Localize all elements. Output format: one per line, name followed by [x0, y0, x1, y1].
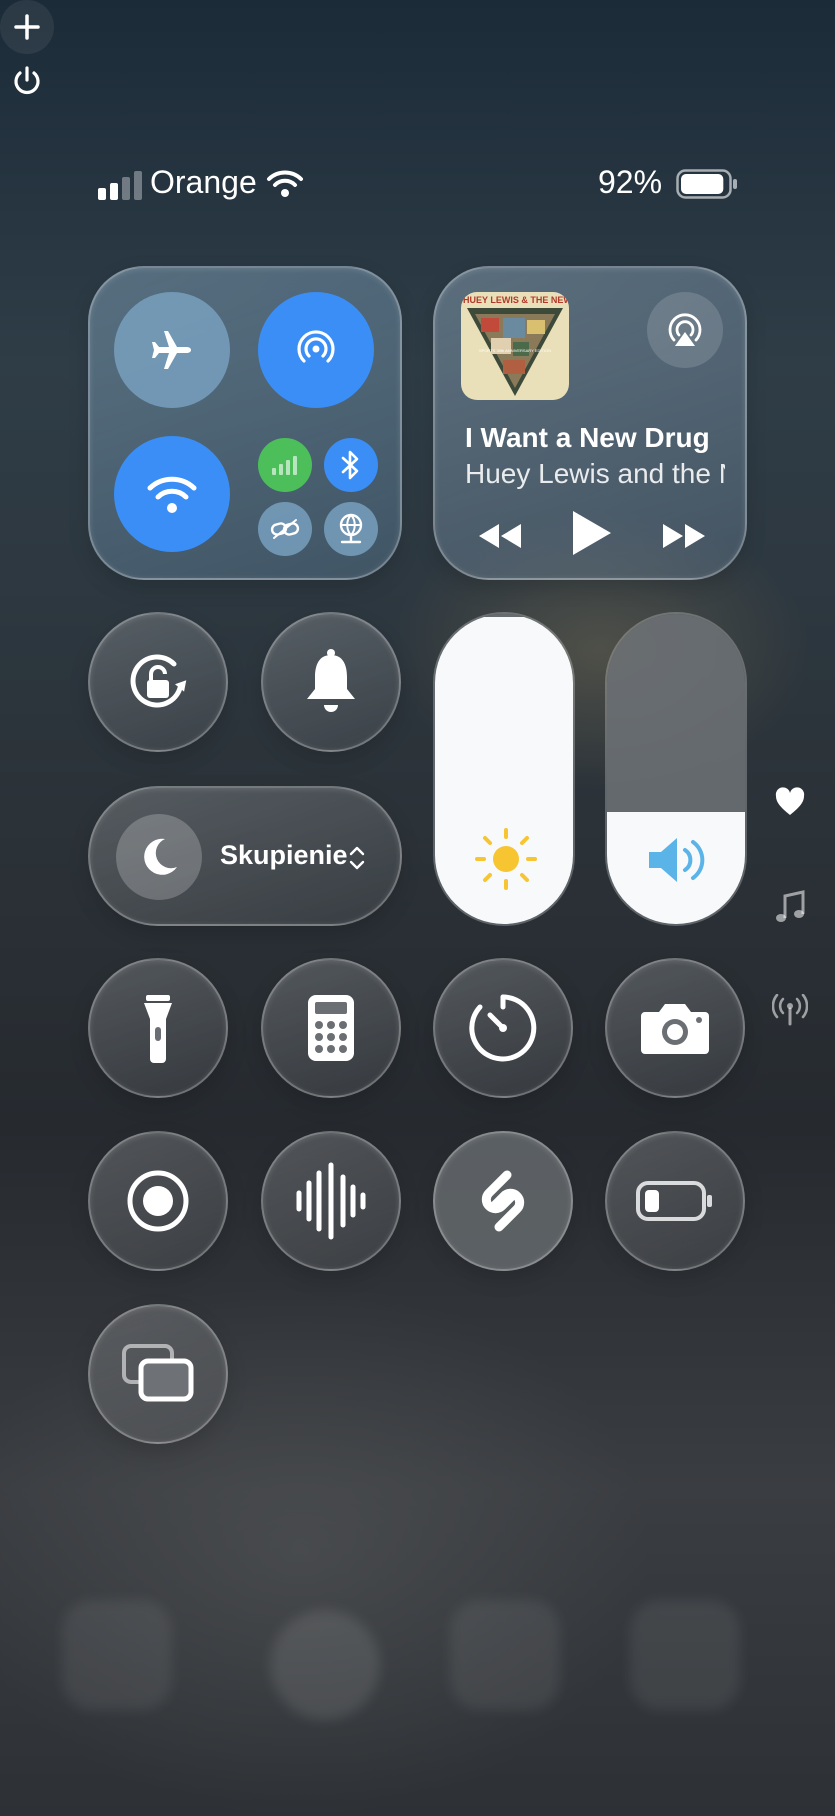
chevron-up-down-icon	[349, 846, 365, 870]
airplane-mode-toggle[interactable]	[114, 292, 230, 408]
battery-percent: 92%	[598, 164, 663, 200]
volume-slider[interactable]	[605, 612, 747, 926]
airdrop-icon	[297, 330, 335, 363]
album-art-title: HUEY LEWIS & THE NEWS	[463, 295, 567, 305]
blurred-dock-app-4	[630, 1600, 740, 1710]
fast-forward-icon	[663, 524, 705, 548]
personal-hotspot-toggle[interactable]	[258, 502, 312, 556]
camera-icon	[641, 1004, 709, 1054]
wifi-icon	[147, 476, 197, 513]
focus-button[interactable]: Skupienie	[88, 786, 402, 926]
flashlight-button[interactable]	[88, 958, 228, 1098]
camera-button[interactable]	[605, 958, 745, 1098]
globe-network-icon	[339, 513, 363, 544]
now-playing-module[interactable]: HUEY LEWIS & THE NEWS SPORTS 30th ANNIVE…	[433, 266, 747, 580]
vpn-toggle[interactable]	[324, 502, 378, 556]
airplay-icon	[668, 313, 702, 346]
screen-record-icon	[127, 1170, 189, 1232]
flashlight-icon	[144, 995, 172, 1063]
cellular-bars-icon	[272, 456, 297, 475]
album-art-subtitle: SPORTS 30th ANNIVERSARY EDITION	[478, 348, 552, 353]
carrier-name: Orange	[150, 164, 257, 200]
orientation-lock-button[interactable]	[88, 612, 228, 752]
airdrop-toggle[interactable]	[258, 292, 374, 408]
link-icon	[270, 519, 300, 539]
play-button[interactable]	[569, 508, 613, 558]
cellular-signal-icon	[98, 171, 142, 200]
connectivity-page-button[interactable]	[770, 990, 810, 1030]
screen-record-button[interactable]	[88, 1131, 228, 1271]
favorites-page-button[interactable]	[770, 782, 810, 822]
battery-icon	[676, 169, 737, 199]
screen-mirroring-icon	[122, 1344, 194, 1402]
brightness-slider[interactable]	[433, 612, 575, 926]
airplay-button[interactable]	[647, 292, 723, 368]
cellular-data-toggle[interactable]	[258, 438, 312, 492]
add-control-button[interactable]	[0, 0, 54, 54]
rewind-icon	[479, 524, 521, 548]
speaker-icon	[649, 838, 705, 882]
status-bar: Orange 92%	[98, 164, 738, 204]
fast-forward-button[interactable]	[659, 518, 709, 554]
track-title: I Want a New Drug	[465, 422, 710, 453]
airplane-icon	[152, 331, 191, 369]
blurred-dock-app-2	[270, 1610, 380, 1720]
broadcast-icon	[772, 994, 808, 1026]
blurred-dock-app-3	[450, 1600, 560, 1710]
play-icon	[573, 511, 611, 555]
bluetooth-icon	[341, 450, 359, 480]
track-artist: Huey Lewis and the News	[465, 458, 725, 489]
moon-icon	[144, 838, 177, 875]
power-icon	[14, 66, 40, 95]
low-power-mode-button[interactable]	[605, 1131, 745, 1271]
sun-icon	[475, 828, 537, 890]
heart-icon	[775, 787, 805, 815]
timer-button[interactable]	[433, 958, 573, 1098]
timer-icon	[469, 994, 537, 1062]
voice-memo-icon	[296, 1162, 366, 1240]
album-art-triangle	[467, 308, 563, 396]
connectivity-module[interactable]	[88, 266, 402, 580]
shazam-icon	[481, 1170, 525, 1232]
focus-label: Skupienie	[220, 840, 348, 870]
rewind-button[interactable]	[475, 518, 525, 554]
music-page-button[interactable]	[770, 888, 810, 928]
plus-icon	[14, 14, 40, 40]
silent-mode-button[interactable]	[261, 612, 401, 752]
album-art[interactable]: HUEY LEWIS & THE NEWS SPORTS 30th ANNIVE…	[461, 292, 569, 400]
wifi-toggle[interactable]	[114, 436, 230, 552]
bluetooth-toggle[interactable]	[324, 438, 378, 492]
wifi-status-icon	[267, 170, 303, 197]
voice-memo-button[interactable]	[261, 1131, 401, 1271]
calculator-icon	[308, 995, 354, 1061]
blurred-dock-app-1	[62, 1600, 172, 1710]
orientation-lock-icon	[130, 654, 187, 708]
low-power-icon	[636, 1181, 712, 1221]
power-button[interactable]	[0, 54, 54, 108]
shazam-button[interactable]	[433, 1131, 573, 1271]
music-note-icon	[776, 890, 805, 922]
bell-icon	[307, 649, 355, 712]
focus-moon-circle	[116, 814, 202, 900]
calculator-button[interactable]	[261, 958, 401, 1098]
screen-mirroring-button[interactable]	[88, 1304, 228, 1444]
